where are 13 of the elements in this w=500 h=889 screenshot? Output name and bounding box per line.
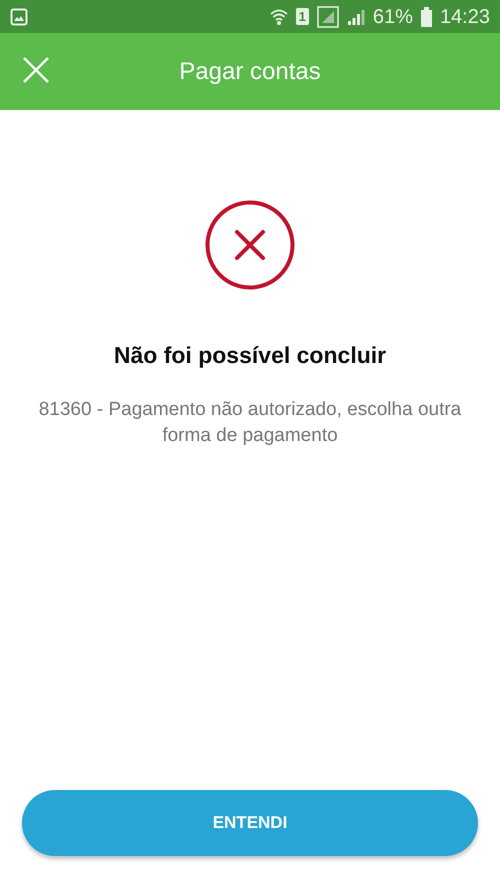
clock-time: 14:23 [440, 4, 490, 30]
screen-title: Pagar contas [179, 56, 321, 86]
understood-button[interactable]: ENTENDI [22, 790, 478, 856]
signal-icon [346, 8, 365, 26]
wifi-icon [270, 6, 288, 26]
sim-indicator: 1 [296, 8, 309, 25]
battery-icon [420, 6, 432, 26]
error-icon [205, 200, 295, 290]
signal-icon [316, 6, 339, 28]
result-message: 81360 - Pagamento não autorizado, escolha outra forma de pagamento [38, 398, 462, 448]
image-icon [10, 8, 28, 26]
battery-percentage: 61% [372, 4, 413, 30]
result-title: Não foi possível concluir [114, 341, 386, 370]
